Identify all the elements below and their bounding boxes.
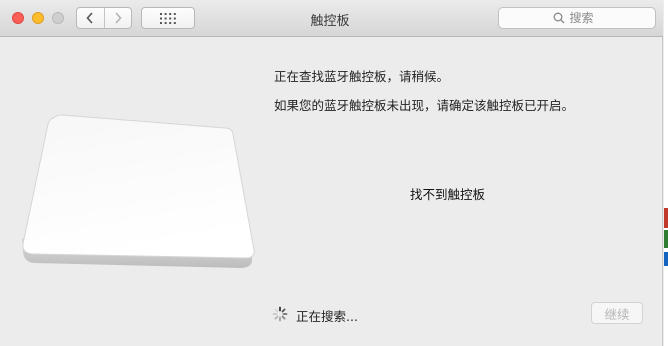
search-input[interactable] [569,11,602,25]
instruction-text: 如果您的蓝牙触控板未出现，请确定该触控板已开启。 [274,98,575,113]
show-all-button[interactable] [141,7,195,29]
search-icon [553,12,564,24]
continue-button[interactable]: 继续 [591,302,643,324]
trackpad-illustration [20,110,260,276]
search-field[interactable] [498,7,656,29]
minimize-window-button[interactable] [32,12,44,24]
window-title: 触控板 [310,14,350,29]
show-all-grid-icon [160,12,176,24]
forward-button[interactable] [103,8,132,28]
preferences-window: 触控板 正在查找蓝牙触控板，请稍候。 [0,0,663,346]
searching-label: 正在搜索... [296,309,358,324]
zoom-window-button[interactable] [52,12,64,24]
title-bar: 触控板 [0,0,663,37]
history-navigation [76,7,132,29]
background-window-edge [664,0,668,346]
close-window-button[interactable] [12,12,24,24]
chevron-right-icon [115,12,122,24]
progress-spinner-icon [272,306,288,322]
trackpad-status: 找不到触控板 [410,187,486,202]
searching-heading: 正在查找蓝牙触控板，请稍候。 [274,69,450,84]
back-button[interactable] [77,8,104,28]
chevron-left-icon [86,12,93,24]
